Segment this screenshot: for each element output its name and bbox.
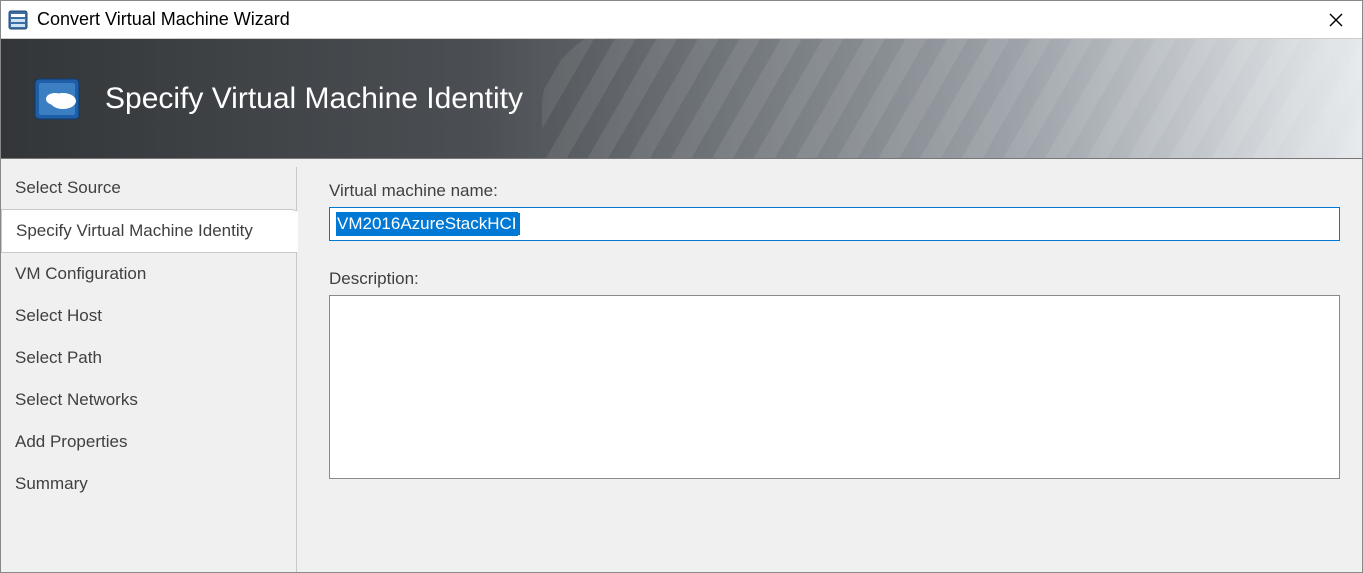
sidebar-item-label: VM Configuration [15, 264, 146, 283]
sidebar-item-add-properties[interactable]: Add Properties [1, 421, 297, 463]
sidebar-item-vm-configuration[interactable]: VM Configuration [1, 253, 297, 295]
window-title: Convert Virtual Machine Wizard [37, 9, 1316, 30]
wizard-window: Convert Virtual Machine Wizard Specify V… [0, 0, 1363, 573]
close-button[interactable] [1316, 1, 1356, 39]
vm-name-field[interactable]: VM2016AzureStackHCI [329, 207, 1340, 241]
vm-cloud-icon [31, 73, 83, 125]
description-textarea[interactable] [329, 295, 1340, 479]
banner: Specify Virtual Machine Identity [1, 39, 1362, 159]
banner-title: Specify Virtual Machine Identity [105, 82, 523, 116]
description-label: Description: [329, 269, 1340, 289]
sidebar-item-specify-vm-identity[interactable]: Specify Virtual Machine Identity [1, 209, 298, 253]
sidebar-item-summary[interactable]: Summary [1, 463, 297, 505]
sidebar-item-label: Select Host [15, 306, 102, 325]
titlebar: Convert Virtual Machine Wizard [1, 1, 1362, 39]
vm-name-label: Virtual machine name: [329, 181, 1340, 201]
sidebar-item-label: Summary [15, 474, 88, 493]
sidebar-item-select-host[interactable]: Select Host [1, 295, 297, 337]
sidebar-item-label: Add Properties [15, 432, 127, 451]
sidebar-item-label: Select Path [15, 348, 102, 367]
sidebar-item-label: Select Source [15, 178, 121, 197]
sidebar-item-select-networks[interactable]: Select Networks [1, 379, 297, 421]
sidebar-item-label: Specify Virtual Machine Identity [16, 221, 253, 240]
main-panel: Virtual machine name: VM2016AzureStackHC… [297, 159, 1362, 572]
wizard-body: Select Source Specify Virtual Machine Id… [1, 159, 1362, 572]
sidebar: Select Source Specify Virtual Machine Id… [1, 159, 297, 572]
wizard-icon [7, 9, 29, 31]
sidebar-item-select-source[interactable]: Select Source [1, 167, 297, 209]
sidebar-item-label: Select Networks [15, 390, 138, 409]
close-icon [1329, 13, 1343, 27]
sidebar-item-select-path[interactable]: Select Path [1, 337, 297, 379]
